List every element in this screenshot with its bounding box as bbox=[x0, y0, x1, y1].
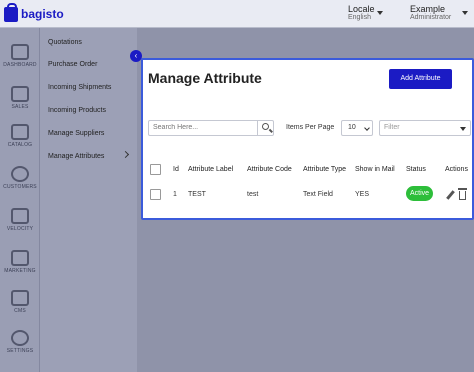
page-title: Manage Attribute bbox=[148, 70, 262, 86]
user-menu[interactable]: Example Administrator bbox=[410, 4, 451, 21]
cell-show-in-mail: YES bbox=[355, 191, 370, 198]
submenu-incoming-shipments[interactable]: Incoming Shipments bbox=[48, 84, 111, 91]
catalog-icon bbox=[11, 124, 29, 140]
user-name: Example bbox=[410, 4, 446, 14]
nav-customers[interactable]: CUSTOMERS bbox=[0, 166, 40, 190]
brand-logo[interactable]: bagisto bbox=[4, 2, 64, 24]
cms-icon bbox=[11, 290, 29, 306]
nav-catalog[interactable]: CATALOG bbox=[0, 124, 40, 148]
row-checkbox[interactable] bbox=[150, 189, 161, 200]
nav-label: MARKETING bbox=[4, 268, 36, 274]
customers-icon bbox=[11, 166, 29, 182]
settings-icon bbox=[11, 330, 29, 346]
top-header: bagisto Locale English Example Administr… bbox=[0, 0, 474, 28]
submenu-incoming-products[interactable]: Incoming Products bbox=[48, 107, 106, 114]
dashboard-icon bbox=[11, 44, 29, 60]
velocity-icon bbox=[11, 208, 29, 224]
main-sidebar: DASHBOARD SALES CATALOG CUSTOMERS VELOCI… bbox=[0, 28, 40, 372]
edit-icon[interactable] bbox=[446, 190, 455, 200]
user-caret-icon[interactable] bbox=[462, 11, 468, 15]
cell-id: 1 bbox=[173, 191, 177, 198]
items-per-page-label: Items Per Page bbox=[286, 124, 335, 131]
nav-velocity[interactable]: VELOCITY bbox=[0, 208, 40, 232]
sales-icon bbox=[11, 86, 29, 102]
manage-attribute-panel: Manage Attribute Add Attribute Items Per… bbox=[141, 58, 474, 220]
nav-label: VELOCITY bbox=[6, 226, 34, 232]
add-attribute-button[interactable]: Add Attribute bbox=[389, 69, 452, 89]
search-input[interactable] bbox=[153, 124, 253, 131]
select-all-checkbox[interactable] bbox=[150, 164, 161, 175]
locale-selector[interactable]: Locale English bbox=[348, 4, 375, 21]
column-header-show-in-mail[interactable]: Show in Mail bbox=[355, 166, 395, 173]
search-icon bbox=[262, 123, 269, 130]
nav-label: CUSTOMERS bbox=[3, 184, 37, 190]
column-header-code[interactable]: Attribute Code bbox=[247, 166, 292, 173]
nav-label: SALES bbox=[11, 104, 29, 110]
bag-icon bbox=[4, 2, 18, 22]
locale-value: English bbox=[348, 14, 371, 21]
user-role: Administrator bbox=[410, 14, 452, 21]
nav-dashboard[interactable]: DASHBOARD bbox=[0, 44, 40, 68]
column-header-actions: Actions bbox=[445, 166, 468, 173]
nav-sales[interactable]: SALES bbox=[0, 86, 40, 110]
cell-code: test bbox=[247, 191, 259, 198]
nav-label: DASHBOARD bbox=[3, 62, 37, 68]
nav-label: SETTINGS bbox=[6, 348, 34, 354]
marketing-icon bbox=[11, 250, 29, 266]
items-per-page-select[interactable]: 10 bbox=[341, 120, 373, 136]
nav-settings[interactable]: SETTINGS bbox=[0, 330, 40, 354]
column-header-label[interactable]: Attribute Label bbox=[188, 166, 233, 173]
column-header-status[interactable]: Status bbox=[406, 166, 426, 173]
submenu-manage-attributes[interactable]: Manage Attributes bbox=[48, 153, 104, 160]
sub-sidebar: Quotations Purchase Order Incoming Shipm… bbox=[40, 28, 137, 372]
brand-name: bagisto bbox=[21, 7, 64, 21]
nav-cms[interactable]: CMS bbox=[0, 290, 40, 314]
cell-type: Text Field bbox=[303, 191, 333, 198]
nav-marketing[interactable]: MARKETING bbox=[0, 250, 40, 274]
submenu-manage-suppliers[interactable]: Manage Suppliers bbox=[48, 130, 104, 137]
locale-caret-icon[interactable] bbox=[377, 11, 383, 15]
cell-label: TEST bbox=[188, 191, 206, 198]
column-header-type[interactable]: Attribute Type bbox=[303, 166, 346, 173]
caret-down-icon bbox=[460, 127, 466, 131]
trash-icon[interactable] bbox=[458, 188, 467, 200]
column-header-id[interactable]: Id bbox=[173, 166, 179, 173]
filter-select[interactable]: Filter bbox=[379, 120, 471, 136]
submenu-purchase-order[interactable]: Purchase Order bbox=[48, 61, 97, 68]
chevron-down-icon bbox=[364, 125, 370, 131]
search-box bbox=[148, 120, 274, 136]
nav-label: CMS bbox=[14, 308, 26, 314]
filter-placeholder: Filter bbox=[384, 124, 400, 131]
locale-label: Locale bbox=[348, 4, 375, 14]
submenu-quotations[interactable]: Quotations bbox=[48, 39, 82, 46]
items-per-page-value: 10 bbox=[348, 124, 356, 131]
search-button[interactable] bbox=[257, 121, 273, 135]
status-badge: Active bbox=[406, 186, 433, 201]
nav-label: CATALOG bbox=[7, 142, 33, 148]
